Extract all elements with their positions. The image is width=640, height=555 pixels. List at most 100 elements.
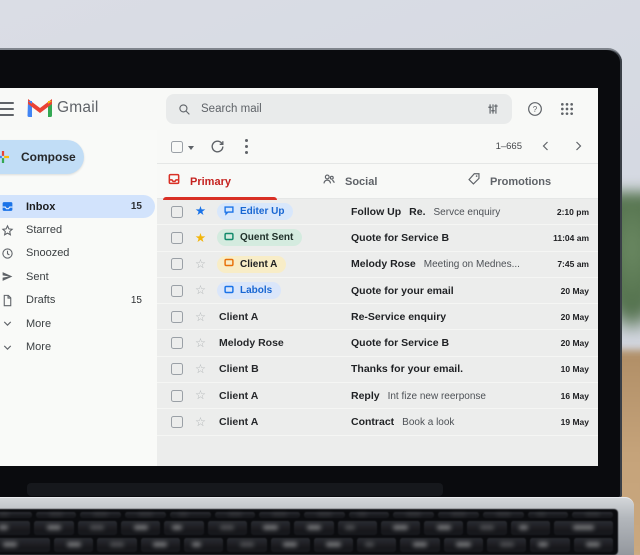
keyboard-key: [304, 512, 345, 518]
sender-cell: Melody Rose: [217, 337, 345, 349]
main-menu-icon[interactable]: [0, 102, 14, 116]
sidebar-item-inbox[interactable]: Inbox 15: [0, 195, 155, 219]
chip-text: Editer Up: [240, 206, 285, 218]
label-chip[interactable]: Editer Up: [217, 203, 294, 221]
keyboard-key: [572, 512, 614, 518]
email-row[interactable]: ☆ Client A Reply Int fize new reerponse 16 M…: [157, 383, 598, 410]
subject-text: Thanks for your email.: [351, 363, 464, 376]
sidebar-item-sent[interactable]: Sent: [0, 265, 155, 288]
star-toggle-icon[interactable]: ☆: [192, 284, 209, 297]
email-row[interactable]: ☆ Client A Re-Service enquiry 20 May: [157, 304, 598, 331]
compose-plus-icon: [0, 151, 9, 163]
sidebar-item-starred[interactable]: Starred: [0, 218, 155, 241]
snippet-text: Servce enquiry: [433, 206, 501, 218]
keyboard-key: [34, 521, 74, 535]
keyboard-key: [482, 512, 524, 518]
snooze-icon: [1, 247, 18, 260]
star-toggle-icon[interactable]: ★: [192, 232, 209, 245]
keyboard-key: [53, 538, 94, 552]
send-icon: [1, 270, 18, 283]
email-checkbox[interactable]: [171, 310, 183, 323]
email-row[interactable]: ☆ Melody Rose Quote for Service B 20 May: [157, 330, 598, 357]
keyboard-key: [573, 538, 614, 552]
search-input[interactable]: [201, 103, 486, 115]
label-rect-icon: [223, 255, 235, 273]
list-toolbar: 1–665: [157, 130, 598, 164]
label-chip[interactable]: Client A: [217, 255, 287, 273]
keyboard-key: [207, 521, 247, 535]
email-checkbox[interactable]: [171, 363, 183, 376]
keyboard-key: [214, 512, 256, 518]
sidebar-item-drafts[interactable]: Drafts 15: [0, 289, 155, 312]
svg-text:?: ?: [533, 105, 538, 114]
keyboard-key: [0, 521, 31, 535]
sidebar-item-more-5[interactable]: More: [0, 312, 155, 335]
keyboard-key: [393, 512, 435, 518]
sidebar-item-snoozed[interactable]: Snoozed: [0, 242, 155, 265]
search-options-icon[interactable]: [486, 102, 500, 116]
subject-text: Melody Rose: [351, 258, 416, 271]
email-checkbox[interactable]: [171, 416, 183, 429]
keyboard-key: [467, 521, 507, 535]
label-chip[interactable]: Labols: [217, 282, 282, 300]
gmail-sidebar: Compose Inbox 15 Starred Snoozed Sent Drafts 1…: [0, 130, 157, 466]
select-all-checkbox[interactable]: [171, 141, 183, 153]
star-toggle-icon[interactable]: ☆: [192, 258, 209, 271]
laptop-hinge: [27, 483, 443, 496]
email-checkbox[interactable]: [171, 337, 183, 350]
keyboard-key: [527, 512, 569, 518]
email-time: 19 May: [560, 417, 589, 428]
tab-social[interactable]: Social: [322, 164, 377, 199]
label-rect-icon: [223, 282, 235, 300]
compose-button[interactable]: Compose: [0, 140, 84, 174]
sidebar-item-more-6[interactable]: More: [0, 335, 155, 358]
sender-cell: Labols: [217, 282, 345, 300]
star-toggle-icon[interactable]: ☆: [192, 363, 209, 376]
email-row[interactable]: ☆ Labols Quote for your email 20 May: [157, 278, 598, 305]
sidebar-item-label: Snoozed: [26, 247, 70, 260]
email-checkbox[interactable]: [171, 389, 183, 402]
keyboard-key: [227, 538, 267, 552]
email-row[interactable]: ★ Editer Up Follow Up Re. Servce enquiry 2:10…: [157, 199, 598, 226]
sidebar-item-count: 15: [130, 201, 142, 213]
email-row[interactable]: ★ Quent Sent Quote for Service B 11:04 am: [157, 225, 598, 252]
select-dropdown-icon[interactable]: [188, 146, 194, 150]
keyboard-key: [183, 538, 224, 552]
more-icon: [1, 317, 18, 330]
email-checkbox[interactable]: [171, 231, 183, 244]
tab-promotions[interactable]: Promotions: [467, 164, 551, 199]
subject-cell: Quote for Service B: [345, 232, 542, 244]
email-row[interactable]: ☆ Client B Thanks for your email. 10 May: [157, 357, 598, 384]
email-time: 7:45 am: [557, 259, 589, 270]
gmail-logo-icon: [27, 99, 52, 117]
draft-icon: [1, 294, 18, 307]
star-toggle-icon[interactable]: ☆: [192, 416, 209, 429]
refresh-icon[interactable]: [210, 139, 225, 154]
tab-primary[interactable]: Primary: [163, 164, 277, 200]
help-icon[interactable]: ?: [527, 101, 543, 117]
newer-page-icon[interactable]: [540, 140, 552, 152]
promotions-tab-icon: [467, 172, 481, 191]
email-row[interactable]: ☆ Client A Melody Rose Meeting on Mednes...…: [157, 252, 598, 278]
search-bar[interactable]: [166, 94, 512, 124]
star-toggle-icon[interactable]: ☆: [192, 311, 209, 324]
subject-cell: Reply Int fize new reerponse: [345, 390, 542, 402]
older-page-icon[interactable]: [572, 140, 584, 152]
keyboard-key: [0, 512, 32, 518]
star-toggle-icon[interactable]: ☆: [192, 389, 209, 402]
apps-grid-icon[interactable]: [559, 101, 575, 117]
inbox-icon: [1, 200, 18, 213]
star-toggle-icon[interactable]: ★: [192, 205, 209, 218]
chip-text: Client A: [240, 258, 278, 270]
email-checkbox[interactable]: [171, 284, 183, 297]
email-checkbox[interactable]: [171, 205, 183, 218]
email-checkbox[interactable]: [171, 258, 183, 271]
star-toggle-icon[interactable]: ☆: [192, 337, 209, 350]
more-options-icon[interactable]: [245, 139, 248, 157]
inbox-tabs: Primary Social Promotions: [157, 164, 598, 200]
gmail-header: Gmail ?: [0, 88, 598, 130]
email-row[interactable]: ☆ Client A Contract Book a look 19 May: [157, 409, 598, 436]
keyboard-key: [348, 512, 390, 518]
label-chip[interactable]: Quent Sent: [217, 229, 303, 247]
keyboard-key: [337, 521, 377, 535]
